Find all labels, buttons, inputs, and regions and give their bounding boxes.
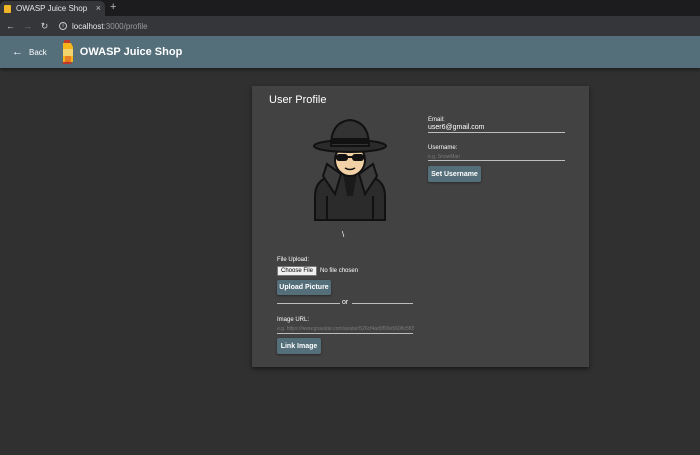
browser-forward-icon[interactable]: → [21, 21, 34, 31]
email-field: user6@gmail.com [428, 124, 485, 131]
url-path: :3000/profile [103, 21, 148, 31]
app-title: OWASP Juice Shop [79, 46, 183, 58]
username-label: Username: [428, 145, 458, 151]
tab-close-icon[interactable]: × [96, 4, 101, 13]
juice-shop-favicon-icon [4, 4, 11, 13]
email-underline [428, 132, 565, 133]
username-underline [428, 160, 565, 161]
new-tab-icon[interactable]: + [110, 2, 116, 13]
image-url-input[interactable]: e.g. https://www.gravatar.com/avatar/526… [277, 326, 414, 332]
browser-back-icon[interactable]: ← [4, 21, 17, 31]
url-host: localhost [72, 21, 104, 31]
link-image-button[interactable]: Link Image [277, 338, 321, 354]
reload-icon[interactable]: ↻ [38, 21, 51, 32]
browser-tab[interactable]: OWASP Juice Shop × [0, 1, 105, 16]
back-label: Back [29, 47, 47, 57]
site-info-icon[interactable]: i [59, 22, 67, 30]
browser-tabstrip: OWASP Juice Shop × + [0, 0, 700, 16]
user-profile-card: User Profile \ Email: user6@gmail.com Us… [252, 86, 589, 367]
image-caption: \ [342, 230, 345, 239]
upload-picture-button[interactable]: Upload Picture [277, 280, 331, 295]
file-upload-label: File Upload: [277, 257, 310, 263]
divider-line-right [352, 303, 413, 304]
card-title: User Profile [269, 94, 327, 106]
file-input: Choose File No file chosen [277, 266, 358, 276]
set-username-button[interactable]: Set Username [428, 166, 481, 182]
no-file-text: No file chosen [320, 268, 359, 274]
or-divider: or [277, 299, 413, 307]
juice-shop-logo[interactable] [61, 40, 75, 65]
browser-toolbar: ← → ↻ i localhost:3000/profile [0, 16, 700, 36]
back-button[interactable]: ← Back [12, 46, 47, 58]
arrow-back-icon: ← [12, 46, 23, 58]
address-bar[interactable]: i localhost:3000/profile [59, 22, 148, 31]
profile-avatar-image [305, 116, 395, 222]
divider-line-left [277, 303, 340, 304]
image-url-underline [277, 333, 413, 334]
app-header: ← Back OWASP Juice Shop [0, 36, 700, 68]
image-url-label: Image URL: [277, 317, 310, 323]
choose-file-button[interactable]: Choose File [277, 266, 318, 276]
or-text: or [342, 299, 349, 306]
tab-title: OWASP Juice Shop [16, 4, 88, 13]
email-label: Email: [428, 117, 445, 123]
